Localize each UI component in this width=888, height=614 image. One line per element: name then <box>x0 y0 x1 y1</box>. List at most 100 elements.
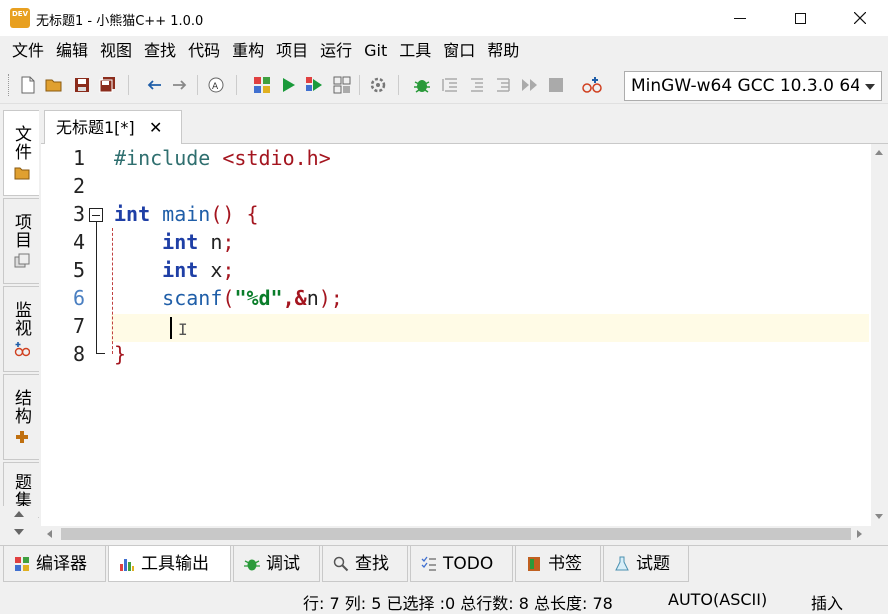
compiler-select-value: MinGW-w64 GCC 10.3.0 64 <box>631 76 859 96</box>
menu-git[interactable]: Git <box>358 36 393 66</box>
tool-output-icon <box>120 558 134 571</box>
problem-icon <box>615 556 629 570</box>
side-tab-watch[interactable]: 监视 <box>3 286 39 372</box>
tab-close-icon[interactable]: ✕ <box>149 111 162 145</box>
menu-file[interactable]: 文件 <box>6 36 50 66</box>
minimize-button[interactable] <box>710 0 770 36</box>
menu-project[interactable]: 项目 <box>270 36 314 66</box>
tab-tool-output-label: 工具输出 <box>141 553 209 574</box>
code-line-4: int n; <box>162 230 235 254</box>
side-tabs-scroll-down[interactable] <box>0 524 38 540</box>
tab-problems[interactable]: 试题 <box>603 546 689 582</box>
menu-run[interactable]: 运行 <box>314 36 358 66</box>
step-into-icon <box>466 75 486 95</box>
debug-icon[interactable] <box>412 75 432 95</box>
open-file-icon[interactable] <box>44 75 64 95</box>
compiler-select[interactable]: MinGW-w64 GCC 10.3.0 64 <box>624 71 882 101</box>
menu-search[interactable]: 查找 <box>138 36 182 66</box>
indent-guide <box>112 228 113 354</box>
code-editor[interactable]: 1 2 3 4 5 6 7 8 #include <stdio.h> int m… <box>41 144 871 526</box>
insert-mode-status: 插入 <box>811 594 844 613</box>
undo-icon[interactable] <box>144 75 164 95</box>
editor-vertical-scrollbar[interactable] <box>871 144 888 526</box>
side-tab-structure-label: 结构 <box>11 389 31 425</box>
compile-run-icon[interactable] <box>304 75 324 95</box>
code-line-3: int main() { <box>114 202 259 226</box>
side-tab-problemset-label: 题集 <box>11 473 31 509</box>
format-code-icon[interactable]: A <box>206 75 226 95</box>
save-all-icon[interactable] <box>98 75 118 95</box>
tab-debug-label: 调试 <box>266 553 300 574</box>
ibeam-cursor-icon: I <box>178 320 188 339</box>
menu-window[interactable]: 窗口 <box>437 36 481 66</box>
title-bar: DEV 无标题1 - 小熊猫C++ 1.0.0 <box>0 0 888 36</box>
code-line-5: int x; <box>162 258 235 282</box>
tab-bookmarks-label: 书签 <box>548 553 582 574</box>
chevron-down-icon <box>865 84 875 90</box>
continue-icon <box>520 75 540 95</box>
save-icon[interactable] <box>72 75 92 95</box>
line-number: 5 <box>72 258 85 282</box>
side-tab-structure[interactable]: 结构 <box>3 374 39 460</box>
fold-toggle-icon[interactable] <box>89 208 103 222</box>
search-icon <box>333 556 349 571</box>
editor-horizontal-scrollbar[interactable] <box>41 526 871 543</box>
tab-compiler-label: 编译器 <box>36 553 87 574</box>
scroll-right-arrow-icon[interactable] <box>857 530 862 538</box>
watch-icon <box>14 342 30 357</box>
run-icon[interactable] <box>278 75 298 95</box>
side-tab-files-label: 文件 <box>11 125 31 161</box>
compile-icon[interactable] <box>252 75 272 95</box>
editor-tab-bar: 无标题1[*] ✕ <box>41 106 888 145</box>
toolbar-grip[interactable] <box>8 74 11 96</box>
left-side-panel: 文件 项目 监视 结构 题集 <box>0 106 41 543</box>
step-over-icon <box>440 75 460 95</box>
stop-icon <box>546 75 566 95</box>
menu-refactor[interactable]: 重构 <box>226 36 270 66</box>
line-number: 1 <box>72 146 85 170</box>
menu-edit[interactable]: 编辑 <box>50 36 94 66</box>
tab-search[interactable]: 查找 <box>322 546 408 582</box>
maximize-button[interactable] <box>770 0 830 36</box>
menu-view[interactable]: 视图 <box>94 36 138 66</box>
app-icon: DEV <box>10 8 30 28</box>
side-tabs-scroll-up[interactable] <box>0 506 38 522</box>
menu-tools[interactable]: 工具 <box>393 36 437 66</box>
window-title: 无标题1 - 小熊猫C++ 1.0.0 <box>36 14 204 29</box>
compiler-icon <box>15 556 29 571</box>
redo-icon[interactable] <box>170 75 190 95</box>
new-file-icon[interactable] <box>18 75 38 95</box>
editor-tab-untitled1[interactable]: 无标题1[*] ✕ <box>44 110 182 145</box>
step-out-icon <box>492 75 512 95</box>
close-button[interactable] <box>830 0 888 36</box>
line-number-gutter: 1 2 3 4 5 6 7 8 <box>41 144 111 526</box>
folder-icon <box>14 167 29 180</box>
side-tab-project[interactable]: 项目 <box>3 198 39 284</box>
options-icon[interactable] <box>368 75 388 95</box>
status-bar: 行: 7 列: 5 已选择 :0 总行数: 8 总长度: 78 AUTO(ASC… <box>0 584 888 614</box>
tab-debug[interactable]: 调试 <box>233 546 320 582</box>
menu-code[interactable]: 代码 <box>182 36 226 66</box>
menu-bar: 文件 编辑 视图 查找 代码 重构 项目 运行 Git 工具 窗口 帮助 <box>0 36 888 66</box>
structure-icon <box>15 431 28 443</box>
tab-tool-output[interactable]: 工具输出 <box>108 546 231 582</box>
rebuild-icon[interactable] <box>332 75 352 95</box>
todo-icon <box>421 556 436 571</box>
tab-compiler[interactable]: 编译器 <box>3 546 106 582</box>
line-number: 6 <box>72 286 85 310</box>
scroll-up-arrow-icon[interactable] <box>875 150 883 155</box>
add-watch-icon[interactable] <box>582 75 602 95</box>
scroll-down-arrow-icon[interactable] <box>875 514 883 519</box>
scroll-left-arrow-icon[interactable] <box>47 530 52 538</box>
svg-text:A: A <box>212 82 219 92</box>
side-tab-files[interactable]: 文件 <box>3 110 39 196</box>
fold-end <box>96 353 105 354</box>
cursor-position-status: 行: 7 列: 5 已选择 :0 总行数: 8 总长度: 78 <box>303 594 613 613</box>
tab-todo[interactable]: TODO <box>410 546 513 582</box>
encoding-status[interactable]: AUTO(ASCII) <box>668 590 767 609</box>
menu-help[interactable]: 帮助 <box>481 36 525 66</box>
tab-bookmarks[interactable]: 书签 <box>515 546 601 582</box>
debug-icon <box>244 559 260 570</box>
scroll-thumb[interactable] <box>61 528 851 540</box>
